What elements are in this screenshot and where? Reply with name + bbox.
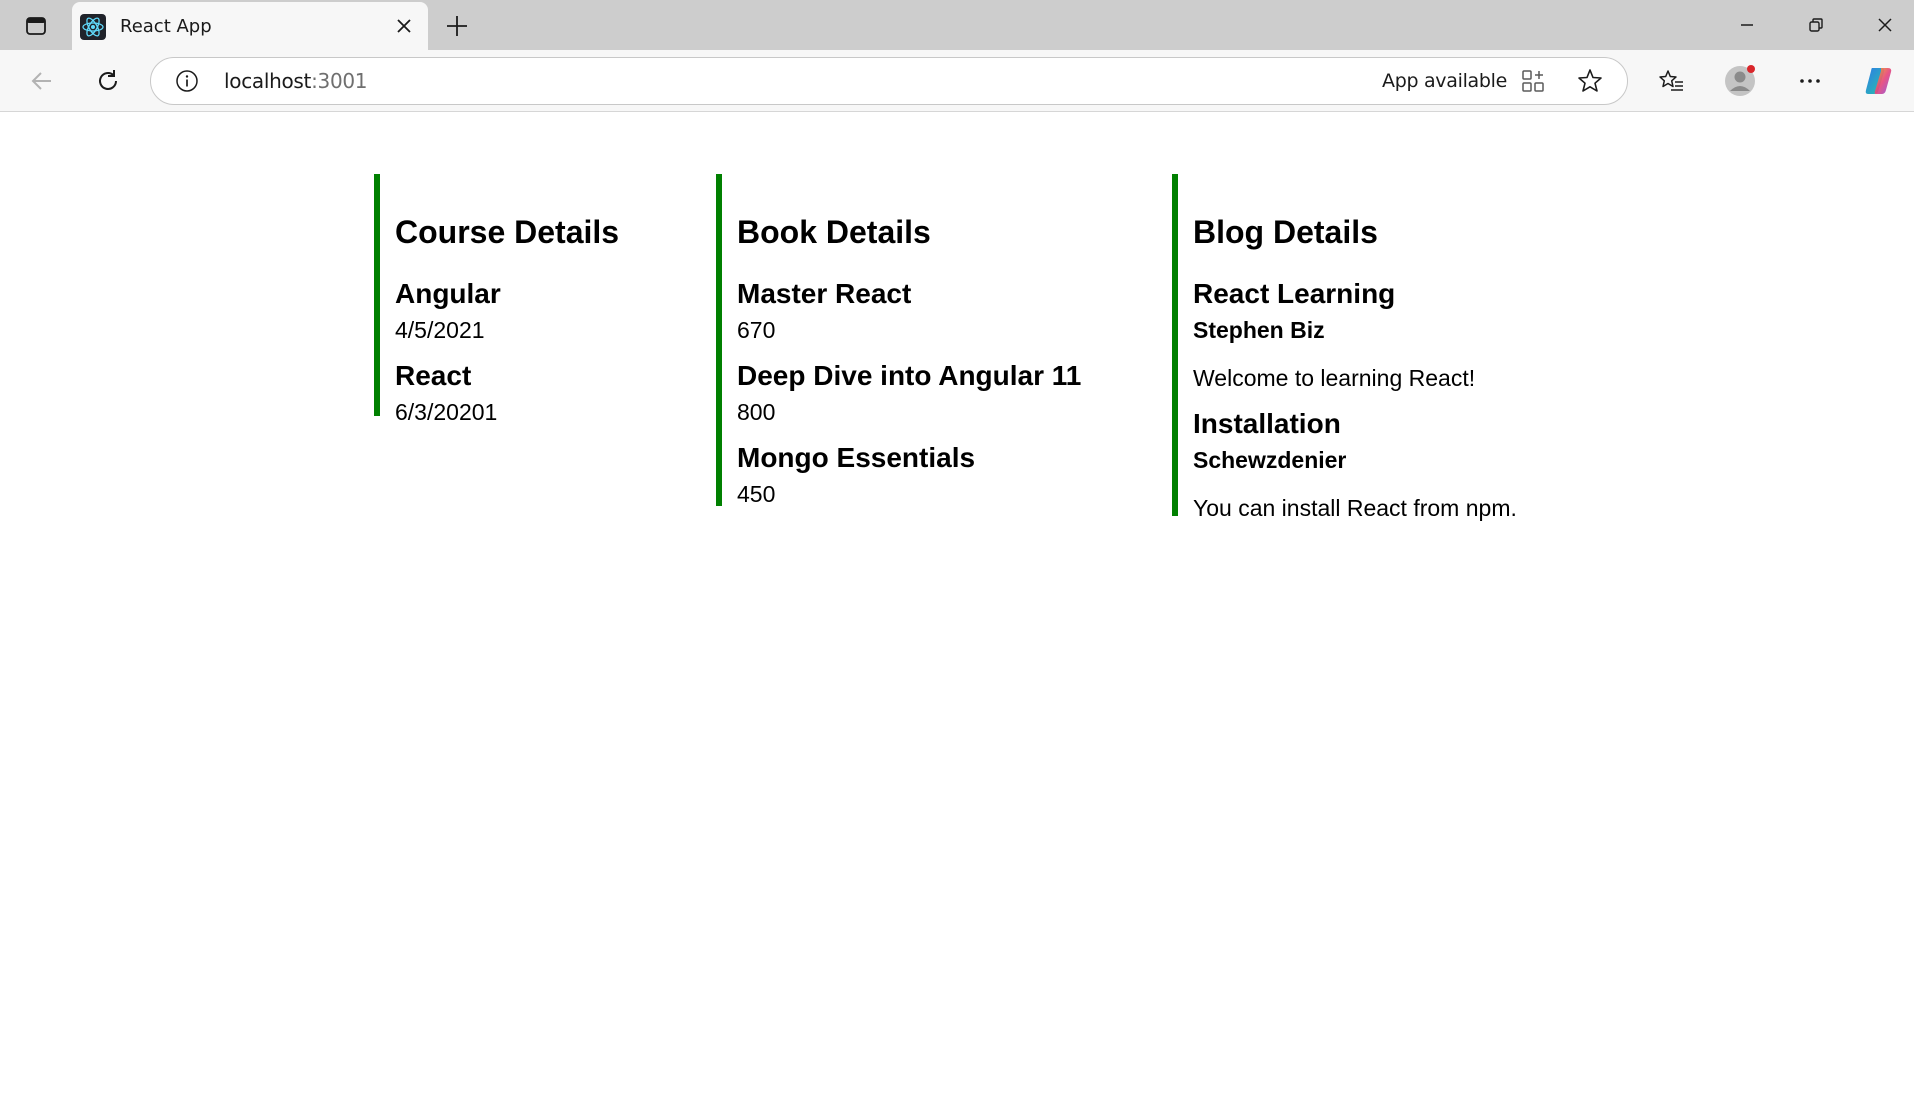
tab-strip: React App (0, 0, 1914, 50)
tab-actions-button[interactable] (14, 9, 58, 43)
refresh-icon (99, 70, 117, 90)
restore-button[interactable] (1791, 8, 1841, 42)
app-install-icon[interactable] (1520, 68, 1546, 94)
minimize-icon (1741, 24, 1753, 26)
url-text[interactable]: localhost:3001 (224, 69, 368, 93)
new-tab-button[interactable] (440, 9, 474, 43)
book-details-heading: Book Details (737, 214, 931, 250)
book-item: Deep Dive into Angular 11 800 (737, 362, 1157, 424)
blog-body: Welcome to learning React! (1193, 365, 1476, 391)
course-details-heading: Course Details (395, 214, 620, 250)
back-arrow-icon (31, 72, 51, 90)
blog-body: You can install React from npm. (1193, 495, 1517, 521)
course-item: Angular 4/5/2021 (395, 280, 685, 342)
blog-title: React Learning (1193, 278, 1396, 309)
course-item: React 6/3/20201 (395, 362, 685, 424)
browser-toolbar: localhost:3001 App available (0, 50, 1914, 112)
course-date: 4/5/2021 (395, 317, 485, 343)
tab-actions-icon (26, 17, 46, 35)
blog-item: Installation Schewzdenier You can instal… (1193, 410, 1613, 520)
blog-details-heading: Blog Details (1193, 214, 1378, 250)
book-price: 800 (737, 399, 776, 425)
more-button[interactable] (1790, 62, 1830, 100)
react-logo-icon (80, 14, 106, 40)
profile-avatar-icon (1725, 65, 1755, 96)
copilot-icon (1865, 68, 1892, 94)
address-bar[interactable]: localhost:3001 App available (150, 57, 1628, 105)
book-price: 450 (737, 481, 776, 507)
star-icon[interactable] (1576, 67, 1604, 95)
restore-icon (1809, 18, 1823, 32)
browser-window: React App localhost:3001 App available C… (0, 0, 1914, 1099)
book-name: Master React (737, 278, 912, 309)
close-icon (397, 19, 411, 33)
active-tab[interactable]: React App (72, 2, 428, 50)
book-name: Mongo Essentials (737, 442, 976, 473)
info-icon[interactable] (175, 69, 199, 93)
back-button[interactable] (22, 62, 62, 100)
favorites-button[interactable] (1651, 62, 1691, 100)
url-port: :3001 (311, 69, 368, 93)
book-item: Mongo Essentials 450 (737, 444, 1157, 506)
blog-title: Installation (1193, 408, 1341, 439)
close-tab-button[interactable] (392, 14, 416, 38)
copilot-button[interactable] (1859, 62, 1899, 100)
book-details-panel: Book Details Master React 670 Deep Dive … (716, 174, 1157, 506)
close-window-button[interactable] (1860, 8, 1910, 42)
url-host: localhost (224, 69, 312, 93)
blog-item: React Learning Stephen Biz Welcome to le… (1193, 280, 1613, 390)
blog-details-panel: Blog Details React Learning Stephen Biz … (1172, 174, 1613, 520)
book-name: Deep Dive into Angular 11 (737, 360, 1082, 391)
course-date: 6/3/20201 (395, 399, 498, 425)
book-price: 670 (737, 317, 776, 343)
book-item: Master React 670 (737, 280, 1157, 342)
blog-author: Stephen Biz (1193, 317, 1325, 343)
favorites-list-icon (1659, 70, 1683, 91)
close-window-icon (1878, 18, 1892, 32)
course-name: React (395, 360, 472, 391)
minimize-button[interactable] (1722, 8, 1772, 42)
profile-button[interactable] (1720, 62, 1760, 100)
page-content: Course Details Angular 4/5/2021 React 6/… (0, 112, 1914, 1099)
course-details-panel: Course Details Angular 4/5/2021 React 6/… (374, 174, 685, 424)
plus-icon (447, 16, 467, 36)
app-available-label[interactable]: App available (1382, 70, 1507, 92)
blog-author: Schewzdenier (1193, 447, 1347, 473)
refresh-button[interactable] (88, 62, 128, 100)
more-dots-icon (1800, 79, 1820, 83)
tab-title: React App (120, 16, 212, 37)
course-name: Angular (395, 278, 501, 309)
